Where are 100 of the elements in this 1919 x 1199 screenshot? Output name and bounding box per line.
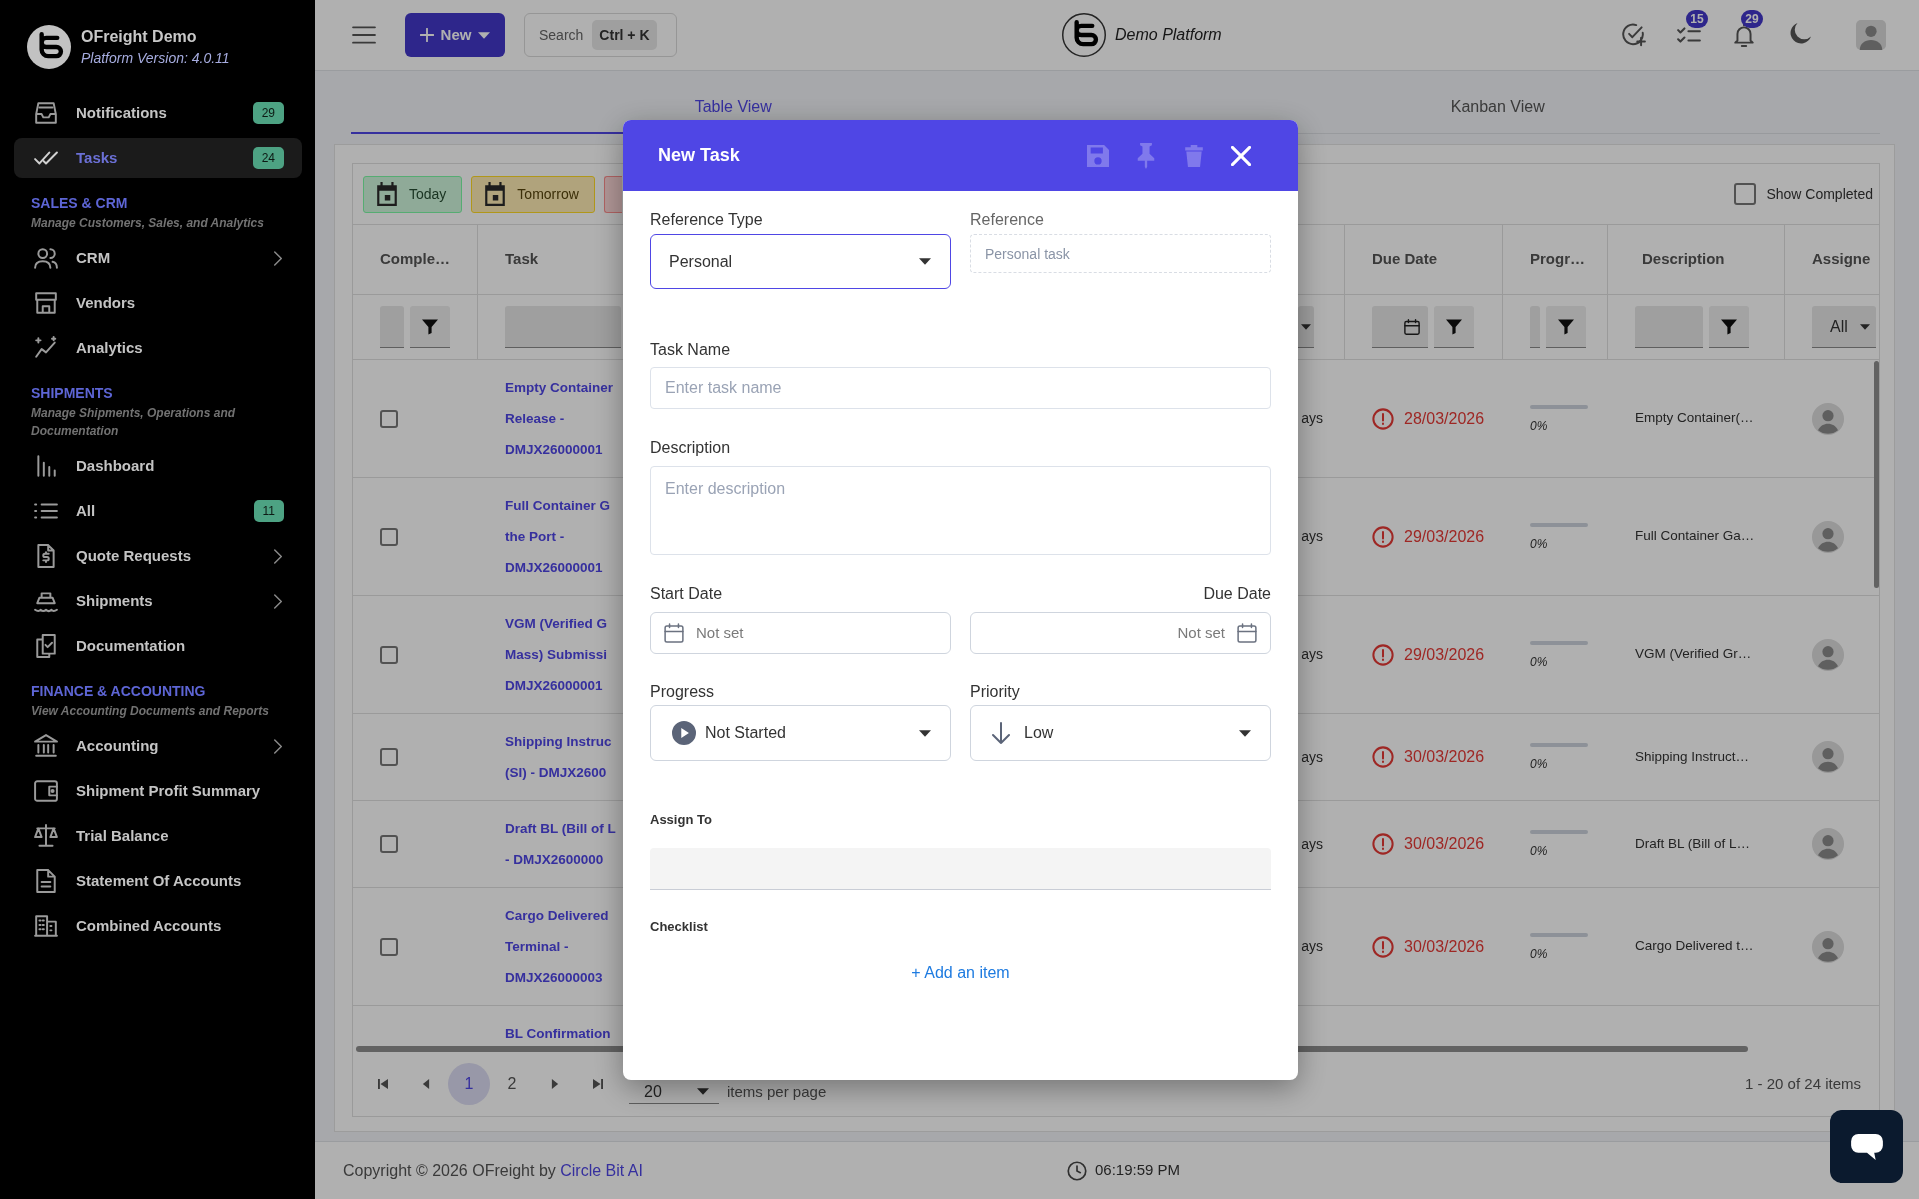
menu-button[interactable] xyxy=(352,26,376,44)
task-link[interactable]: Empty Container Release - DMJX26000001 xyxy=(505,372,621,465)
bar-chart-icon xyxy=(34,454,58,478)
filter-icon xyxy=(1446,318,1462,335)
page-size-label: items per page xyxy=(727,1082,827,1102)
sidebar-item[interactable]: Accounting xyxy=(14,726,302,766)
trend-chart-icon xyxy=(34,336,58,360)
section-heading: FINANCE & ACCOUNTING xyxy=(30,682,206,700)
checkbox[interactable] xyxy=(380,835,398,853)
filter-dropdown[interactable] xyxy=(1298,306,1314,348)
progress-track xyxy=(1530,743,1588,747)
sidebar-item[interactable]: Dashboard xyxy=(14,446,302,486)
user-avatar xyxy=(1812,402,1844,435)
calendar-icon xyxy=(1404,318,1420,335)
checkbox[interactable] xyxy=(380,409,398,428)
sidebar-item[interactable]: Combined Accounts xyxy=(14,906,302,946)
caret-down-icon xyxy=(478,31,491,39)
quick-filter-button[interactable]: Today xyxy=(363,175,463,213)
sidebar-item[interactable]: Vendors xyxy=(14,283,302,323)
text-area-field[interactable]: Enter description xyxy=(650,466,1271,555)
scrollbar-thumb[interactable] xyxy=(1874,361,1879,588)
field-label: Reference Type xyxy=(650,210,763,230)
dollar-document-icon xyxy=(34,544,58,568)
filter-button[interactable] xyxy=(1709,306,1749,348)
sidebar-item[interactable]: Analytics xyxy=(14,328,302,368)
page-button[interactable]: 1 xyxy=(448,1063,490,1105)
checkbox[interactable] xyxy=(380,748,398,766)
view-tab[interactable]: Kanban View xyxy=(1115,87,1880,134)
page-button[interactable]: 2 xyxy=(491,1063,533,1105)
calendar-icon xyxy=(1237,623,1257,643)
filter-field[interactable] xyxy=(505,306,621,348)
column-header[interactable]: Due Date xyxy=(1372,248,1438,271)
calendar-icon xyxy=(376,182,398,206)
filter-field[interactable] xyxy=(380,306,404,348)
field-label: Due Date xyxy=(1203,584,1271,604)
caret-down-icon xyxy=(919,258,931,265)
close-button[interactable] xyxy=(1231,145,1251,166)
checkbox[interactable] xyxy=(380,937,398,956)
sidebar-item[interactable]: Documentation xyxy=(14,626,302,666)
company-link[interactable]: Circle Bit AI xyxy=(560,1161,643,1179)
task-link[interactable]: Cargo Delivered Terminal - DMJX26000003 xyxy=(505,900,621,993)
filter-dropdown[interactable]: All xyxy=(1812,306,1876,348)
section-subtitle: Manage Shipments, Operations and Documentation xyxy=(30,405,237,440)
section-subtitle: Manage Customers, Sales, and Analytics xyxy=(30,215,265,232)
user-avatar[interactable] xyxy=(1856,20,1886,50)
sidebar-item[interactable]: Quote Requests xyxy=(14,536,302,576)
date-filter-field[interactable] xyxy=(1372,306,1428,348)
filter-field[interactable] xyxy=(1530,306,1540,348)
sidebar-item[interactable]: Trial Balance xyxy=(14,816,302,856)
sidebar-item[interactable]: All 11 xyxy=(14,491,302,531)
quick-filter-button[interactable]: Tomorrow xyxy=(471,175,595,213)
task-link[interactable]: VGM (Verified G Mass) Submissi DMJX26000001 xyxy=(505,608,621,701)
column-header[interactable]: Progr… xyxy=(1530,248,1585,271)
caret-left-icon xyxy=(421,1079,431,1089)
column-header[interactable]: Description xyxy=(1642,248,1725,271)
dialog-title: New Task xyxy=(658,144,740,167)
select-field[interactable]: Not Started xyxy=(650,705,951,761)
checkbox[interactable] xyxy=(380,527,398,546)
select-field[interactable]: Personal xyxy=(650,234,951,289)
search-field[interactable]: Search Ctrl + K xyxy=(524,13,677,57)
chat-button[interactable] xyxy=(1830,1110,1903,1183)
alert-icon xyxy=(1372,935,1394,958)
task-link[interactable]: Shipping Instruc (SI) - DMJX2600 xyxy=(505,726,621,788)
store-icon xyxy=(34,291,58,315)
text-field[interactable]: Enter task name xyxy=(650,367,1271,409)
sidebar-item[interactable]: Shipments xyxy=(14,581,302,621)
sidebar-item[interactable]: Tasks 24 xyxy=(14,138,302,178)
building-icon xyxy=(34,914,58,938)
sidebar-item[interactable]: Notifications 29 xyxy=(14,93,302,133)
select-field[interactable]: Low xyxy=(970,705,1271,761)
task-link[interactable]: Draft BL (Bill of L - DMJX2600000 xyxy=(505,813,621,875)
quick-filter-button[interactable] xyxy=(603,175,622,213)
caret-down-icon xyxy=(1301,323,1311,330)
column-header[interactable]: Comple… xyxy=(380,248,450,271)
plus-icon xyxy=(419,28,434,42)
table-cell-text: Draft BL (Bill of L… xyxy=(1635,834,1751,853)
column-header[interactable]: Task xyxy=(505,248,539,271)
sidebar-item[interactable]: CRM xyxy=(14,238,302,278)
checkbox[interactable] xyxy=(380,645,398,664)
task-link[interactable]: BL Confirmation xyxy=(505,1018,611,1046)
trash-icon xyxy=(1183,144,1205,167)
checkbox[interactable] xyxy=(1734,183,1757,205)
play-icon xyxy=(672,721,696,745)
filter-button[interactable] xyxy=(1434,306,1474,348)
filter-field[interactable] xyxy=(1635,306,1703,348)
progress-track xyxy=(1530,830,1588,834)
date-field[interactable]: Not set xyxy=(650,612,951,654)
add-item-link[interactable]: + Add an item xyxy=(911,961,1010,985)
new-button[interactable]: New xyxy=(405,13,505,57)
column-header[interactable]: Assigne xyxy=(1812,248,1871,271)
assignee-field[interactable] xyxy=(650,848,1271,890)
calendar-icon xyxy=(664,623,684,643)
users-icon xyxy=(34,246,58,270)
sidebar-item[interactable]: Statement Of Accounts xyxy=(14,861,302,901)
add-task-button[interactable] xyxy=(1622,23,1646,47)
date-field[interactable]: Not set xyxy=(970,612,1271,654)
sidebar-item[interactable]: Shipment Profit Summary xyxy=(14,771,302,811)
filter-button[interactable] xyxy=(1546,306,1586,348)
task-link[interactable]: Full Container G the Port - DMJX26000001 xyxy=(505,490,621,583)
filter-button[interactable] xyxy=(410,306,450,348)
